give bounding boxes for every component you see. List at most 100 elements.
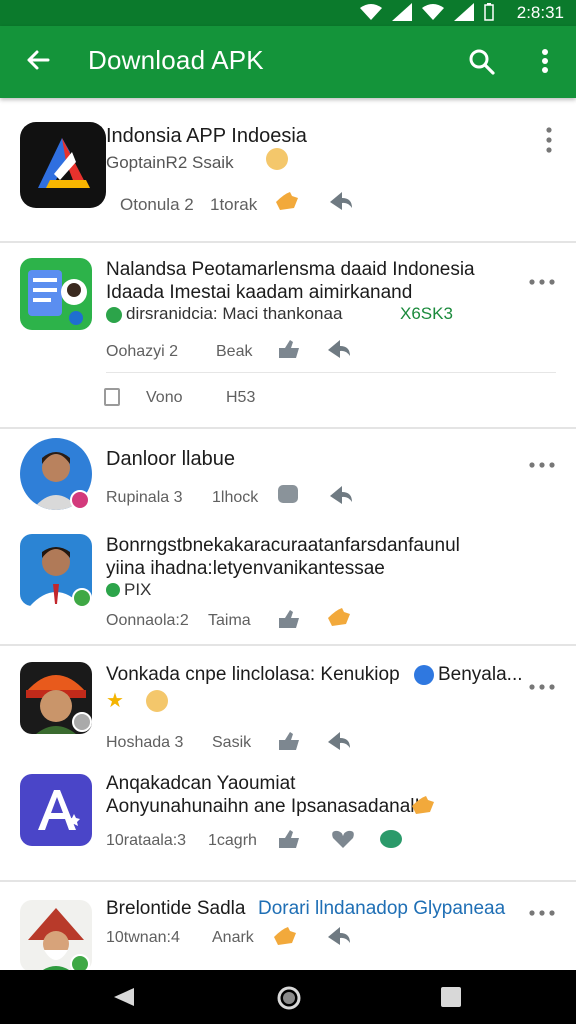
like-icon[interactable]: [276, 608, 302, 630]
list-item[interactable]: Danloor llabue Rupinala 3 1lhock: [0, 430, 576, 518]
status-time: 2:8:31: [516, 3, 564, 22]
extra-label: Vono: [146, 389, 183, 406]
app-logo-icon: [38, 138, 90, 188]
item-meta-right: Taima: [208, 612, 251, 629]
item-tag: X6SK3: [400, 304, 453, 323]
item-meta-right: Sasik: [212, 734, 252, 751]
item-menu-icon[interactable]: [540, 126, 558, 154]
app-icon[interactable]: [20, 122, 106, 208]
item-menu-icon[interactable]: [528, 682, 556, 692]
like-icon[interactable]: [276, 828, 302, 850]
extra-value: H53: [226, 389, 256, 406]
heart-icon[interactable]: [330, 828, 356, 850]
like-badge-icon: [414, 665, 434, 685]
item-meta-left: Rupinala 3: [106, 489, 183, 506]
item-meta-left: 10rataala:3: [106, 832, 187, 849]
nav-recents-icon[interactable]: [441, 987, 461, 1007]
section-divider: [0, 241, 576, 243]
emoji-face-icon: [266, 148, 288, 170]
item-menu-icon[interactable]: [528, 460, 556, 470]
item-title-link[interactable]: Dorari llndanadop Glypaneaa: [258, 898, 505, 920]
share-icon[interactable]: [326, 925, 352, 947]
share-icon[interactable]: [328, 484, 354, 506]
wifi-icon-2: [422, 4, 444, 20]
letter-a-logo-icon: [38, 790, 80, 830]
app-bar: Download APK: [0, 26, 576, 98]
nav-back-icon[interactable]: [112, 986, 136, 1008]
item-meta-right: Beak: [216, 343, 253, 360]
list-item[interactable]: Bonrngstbnekakaracuraatanfarsdanfaunul y…: [0, 528, 576, 648]
section-divider: [0, 644, 576, 646]
list-item[interactable]: Indonsia APP Indoesia GoptainR2 Ssaik Ot…: [0, 98, 576, 244]
app-title: Indonsia APP Indoesia: [106, 125, 307, 147]
nav-home-icon[interactable]: [276, 985, 302, 1011]
list-item[interactable]: Anqakadcan Yaoumiat Aonyunahunaihn ane I…: [0, 768, 576, 878]
item-title-line2: yiina ihadna:letyenvanikantessae: [106, 558, 385, 579]
like-icon[interactable]: [276, 338, 302, 360]
app-icon[interactable]: [20, 258, 92, 330]
verified-badge: [70, 954, 90, 970]
status-badge: [70, 490, 90, 510]
item-meta-left: 10twnan:4: [106, 929, 180, 946]
section-divider: [0, 427, 576, 429]
item-title: Anqakadcan Yaoumiat: [106, 773, 296, 794]
status-bar: 2:8:31: [0, 0, 576, 26]
item-meta-left: Oonnaola:2: [106, 612, 189, 629]
battery-icon: [484, 3, 494, 21]
item-title: Brelontide Sadla: [106, 898, 246, 919]
app-icon[interactable]: [20, 774, 92, 846]
item-meta-left: Hoshada 3: [106, 734, 184, 751]
app-meta-right: 1torak: [210, 195, 258, 214]
thumbs-up-icon[interactable]: [274, 190, 300, 212]
item-title-suffix: Benyala...: [438, 664, 523, 685]
item-title: Danloor llabue: [106, 448, 235, 470]
item-meta-right: 1cagrh: [208, 832, 257, 849]
green-dot-icon: [106, 307, 122, 323]
thumbs-up-icon[interactable]: [326, 606, 352, 628]
item-meta-right: 1lhock: [212, 489, 259, 506]
emoji-face-icon: [146, 690, 168, 712]
status-badge: [72, 712, 92, 732]
share-icon[interactable]: [326, 730, 352, 752]
thumbs-up-icon: [412, 796, 434, 814]
wifi-icon: [360, 4, 382, 20]
overflow-menu-icon[interactable]: [530, 44, 560, 78]
comment-icon[interactable]: [278, 485, 298, 503]
item-meta-left: Oohazyi 2: [106, 343, 179, 360]
item-title: Nalandsa Peotamarlensma daaid Indonesia: [106, 259, 475, 280]
chat-bubble-icon[interactable]: [380, 830, 402, 848]
app-logo-icon: [28, 270, 87, 325]
system-nav-bar: [0, 970, 576, 1024]
list-item[interactable]: Vonkada cnpe linclolasa: Kenukiop Benyal…: [0, 648, 576, 758]
status-icons: [360, 3, 494, 21]
item-subtitle: PIX: [124, 580, 152, 599]
checkbox[interactable]: [104, 388, 120, 406]
thumbs-up-icon[interactable]: [272, 925, 298, 947]
item-menu-icon[interactable]: [528, 277, 556, 287]
item-title-line2: Aonyunahunaihn ane Ipsanasadanal!: [106, 796, 420, 817]
app-list[interactable]: Indonsia APP Indoesia GoptainR2 Ssaik Ot…: [0, 98, 576, 970]
app-subtitle: GoptainR2 Ssaik: [106, 153, 234, 172]
search-icon[interactable]: [466, 46, 498, 78]
item-title: Vonkada cnpe linclolasa: Kenukiop: [106, 664, 400, 685]
item-title: Bonrngstbnekakaracuraatanfarsdanfaunul: [106, 535, 460, 556]
item-title-line2: Idaada Imestai kaadam aimirkanand: [106, 282, 413, 303]
list-item[interactable]: Nalandsa Peotamarlensma daaid Indonesia …: [0, 244, 576, 430]
share-icon[interactable]: [328, 190, 354, 212]
signal-icon: [392, 3, 412, 21]
green-tag-icon: [106, 583, 120, 597]
share-icon[interactable]: [326, 338, 352, 360]
signal-icon-2: [454, 3, 474, 21]
app-meta-left: Otonula 2: [120, 195, 194, 214]
back-arrow-icon[interactable]: [22, 44, 54, 76]
star-icon: ★: [106, 690, 124, 712]
page-title: Download APK: [88, 45, 264, 75]
verified-badge: [72, 588, 92, 608]
item-subtitle: dirsranidcia: Maci thankonaa: [126, 304, 343, 323]
item-menu-icon[interactable]: [528, 908, 556, 918]
section-divider: [0, 880, 576, 882]
item-meta-right: Anark: [212, 929, 254, 946]
row-divider: [106, 372, 556, 373]
list-item[interactable]: Brelontide Sadla Dorari llndanadop Glypa…: [0, 884, 576, 970]
like-icon[interactable]: [276, 730, 302, 752]
